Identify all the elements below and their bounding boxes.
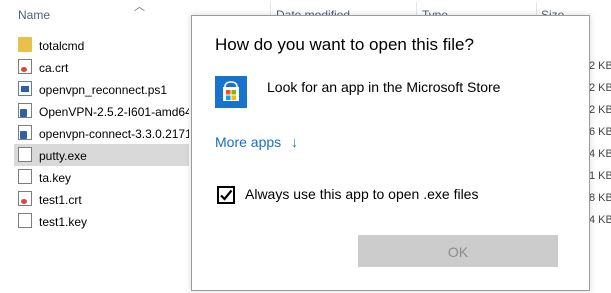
installer-icon	[18, 125, 32, 141]
open-with-dialog: How do you want to open this file? Look …	[191, 15, 590, 291]
file-name: OpenVPN-2.5.2-I601-amd64.r	[39, 104, 189, 119]
file-size: 6 KB	[589, 126, 611, 138]
file-name: putty.exe	[39, 148, 87, 163]
microsoft-store-icon	[215, 76, 247, 108]
file-name: ca.crt	[39, 60, 69, 75]
more-apps-label: More apps	[215, 134, 282, 150]
file-size: 2 KB	[589, 104, 611, 116]
arrow-down-icon: ↓	[291, 134, 299, 150]
file-name: ta.key	[39, 170, 72, 185]
installer-icon	[18, 103, 32, 119]
file-row[interactable]: OpenVPN-2.5.2-I601-amd64.r	[14, 100, 189, 122]
file-row[interactable]: openvpn_reconnect.ps1	[14, 78, 189, 100]
file-name: test1.key	[39, 214, 88, 229]
certificate-icon	[18, 191, 32, 207]
column-header-name[interactable]: Name	[18, 8, 50, 22]
ok-button[interactable]: OK	[358, 235, 558, 267]
always-use-label: Always use this app to open .exe files	[245, 186, 479, 202]
file-icon	[18, 169, 32, 185]
more-apps-link[interactable]: More apps ↓	[215, 134, 298, 150]
file-size: 4 KB	[589, 148, 611, 160]
file-size: 1 KB	[589, 170, 611, 182]
file-row[interactable]: test1.crt	[14, 188, 189, 210]
always-use-checkbox[interactable]	[217, 186, 235, 204]
file-row[interactable]: totalcmd	[14, 34, 189, 56]
file-row[interactable]: putty.exe	[14, 144, 189, 166]
file-row[interactable]: ta.key	[14, 166, 189, 188]
always-use-option[interactable]: Always use this app to open .exe files	[217, 185, 567, 207]
sort-ascending-icon: ︿	[134, 1, 145, 13]
certificate-icon	[18, 59, 32, 75]
folder-icon	[18, 37, 32, 53]
file-icon	[18, 147, 32, 163]
file-size: 2 KB	[589, 60, 611, 72]
microsoft-store-option-label: Look for an app in the Microsoft Store	[267, 79, 501, 95]
file-size: 8 KB	[589, 192, 611, 204]
file-size: 2 KB	[589, 82, 611, 94]
file-name: openvpn_reconnect.ps1	[39, 82, 168, 97]
file-name: test1.crt	[39, 192, 82, 207]
file-name: totalcmd	[39, 38, 85, 53]
powershell-script-icon	[18, 81, 32, 97]
file-row[interactable]: openvpn-connect-3.3.0.2171_	[14, 122, 189, 144]
file-row[interactable]: test1.key	[14, 210, 189, 232]
file-name: openvpn-connect-3.3.0.2171_	[39, 126, 189, 141]
checkmark-icon	[220, 189, 233, 201]
file-row[interactable]: ca.crt	[14, 56, 189, 78]
microsoft-store-option[interactable]: Look for an app in the Microsoft Store	[215, 73, 575, 109]
file-size: 4 KB	[589, 214, 611, 226]
file-icon	[18, 213, 32, 229]
dialog-title: How do you want to open this file?	[215, 35, 474, 54]
